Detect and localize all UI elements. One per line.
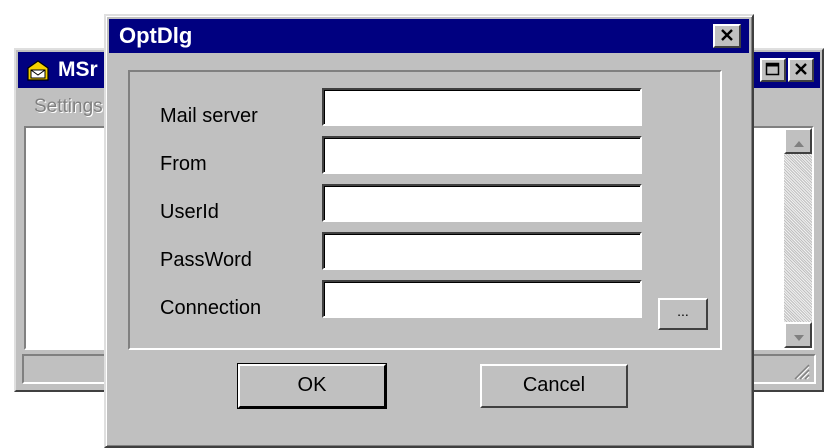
envelope-icon	[26, 58, 50, 82]
userid-label: UserId	[160, 201, 219, 223]
from-label: From	[160, 153, 207, 175]
arrow-up-icon	[792, 136, 806, 154]
userid-field[interactable]	[322, 184, 642, 222]
scroll-up-button[interactable]	[784, 128, 812, 154]
maximize-icon	[765, 62, 781, 83]
scroll-down-button[interactable]	[784, 322, 812, 348]
ok-button[interactable]: OK	[237, 363, 387, 409]
maximize-button[interactable]	[760, 58, 786, 82]
vertical-scrollbar[interactable]	[784, 128, 812, 348]
password-field[interactable]	[322, 232, 642, 270]
connection-field[interactable]	[322, 280, 642, 318]
main-close-button[interactable]	[788, 58, 814, 82]
mail-server-field[interactable]	[322, 88, 642, 126]
options-dialog: OptDlg Mail server From UserId PassWord …	[104, 14, 754, 448]
dialog-title: OptDlg	[119, 23, 193, 48]
connection-label: Connection	[160, 297, 262, 319]
close-icon	[793, 62, 809, 83]
size-grip-icon[interactable]	[790, 360, 810, 380]
cancel-button[interactable]: Cancel	[480, 364, 628, 408]
browse-connection-button[interactable]: ...	[658, 298, 708, 330]
menu-settings[interactable]: Settings	[34, 96, 103, 118]
dialog-close-button[interactable]	[713, 24, 741, 48]
dialog-titlebar[interactable]: OptDlg	[109, 19, 749, 53]
close-icon	[719, 28, 735, 49]
main-window-title: MSr	[58, 58, 98, 81]
password-label: PassWord	[160, 249, 252, 271]
arrow-down-icon	[792, 330, 806, 348]
mail-server-label: Mail server	[160, 105, 258, 127]
from-field[interactable]	[322, 136, 642, 174]
